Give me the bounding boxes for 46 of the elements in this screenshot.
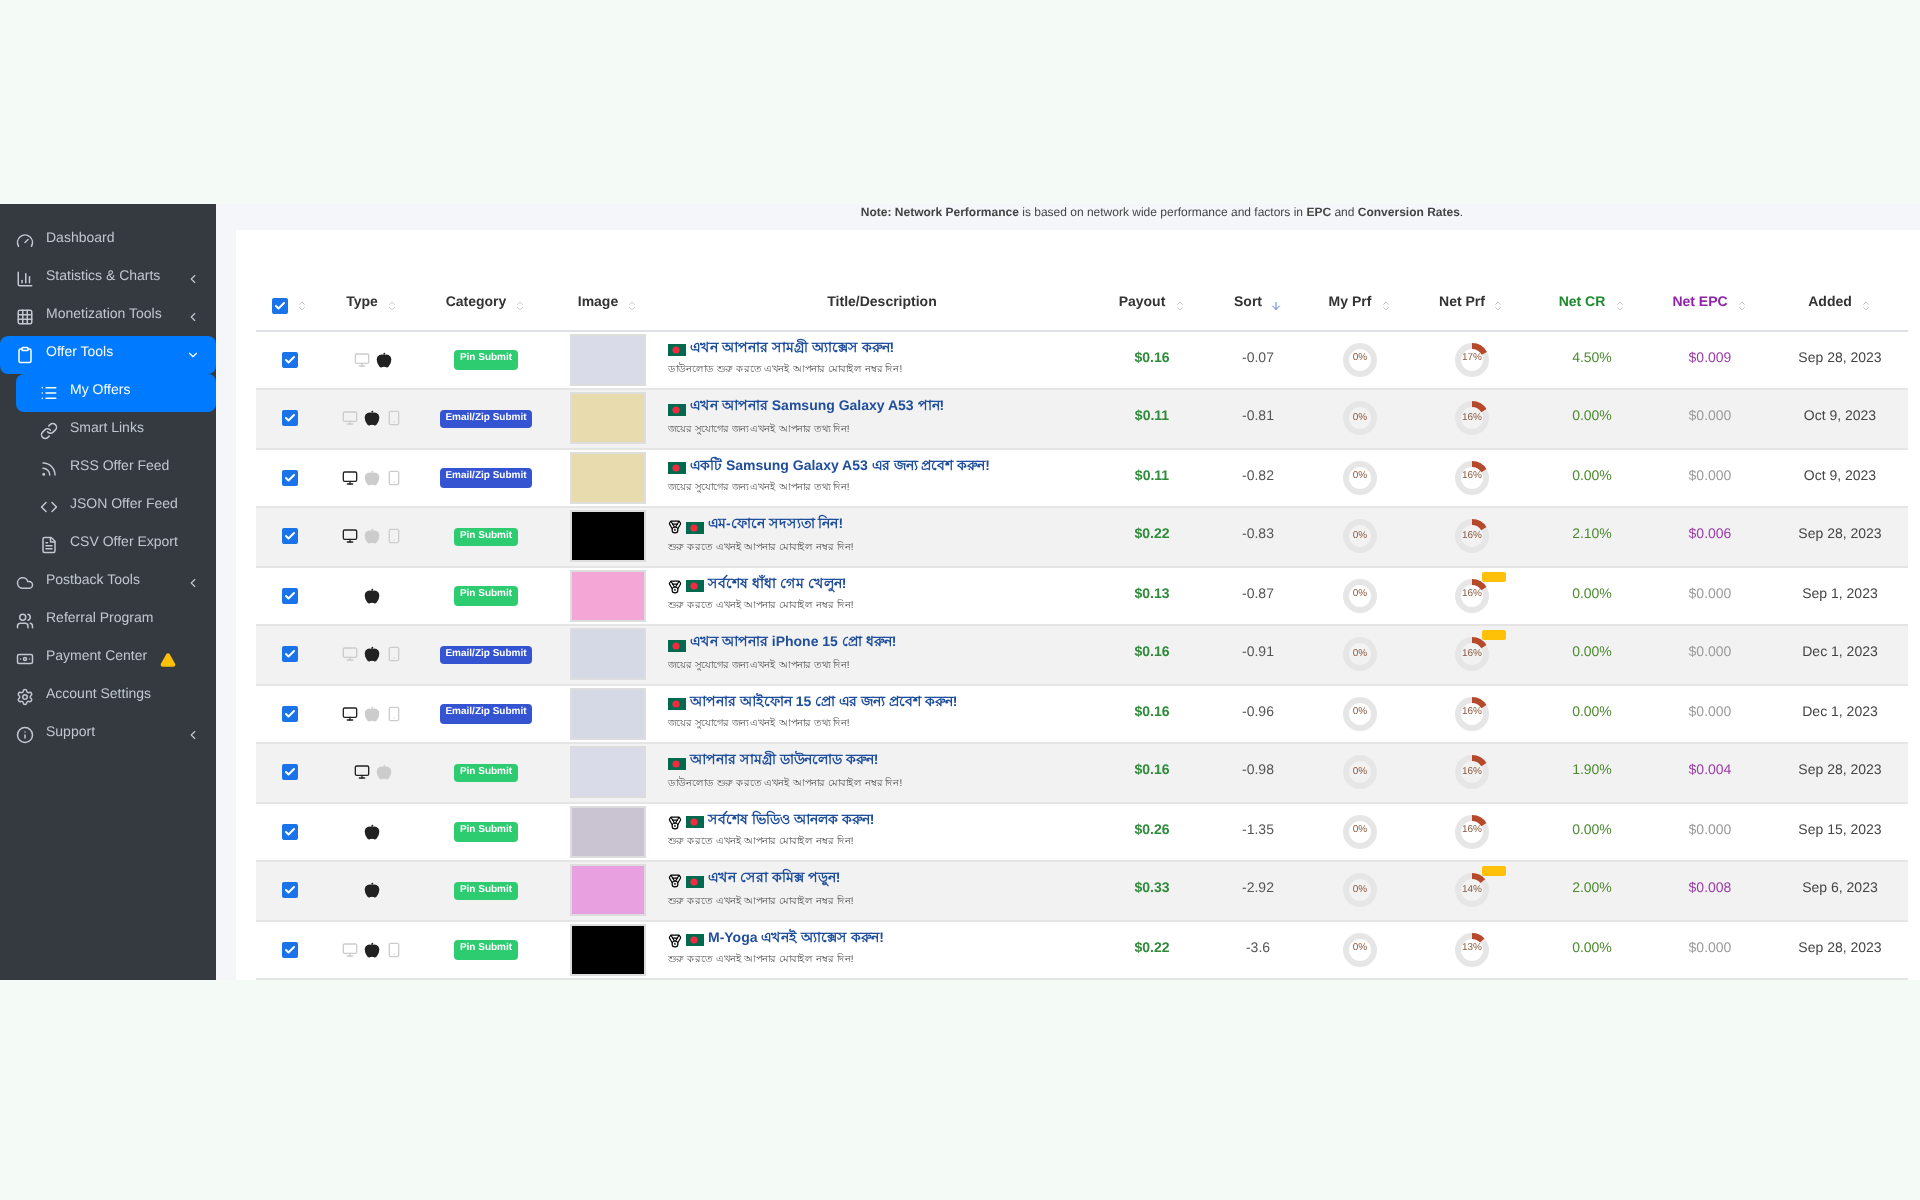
checkbox[interactable] [282, 351, 298, 368]
flag-icon [668, 403, 686, 415]
flag-icon [668, 698, 686, 710]
file-icon [40, 536, 58, 554]
flag-icon [668, 462, 686, 474]
users-icon [16, 612, 34, 630]
flag-icon [686, 816, 704, 828]
donut-chart [1340, 929, 1380, 970]
list-icon [40, 384, 58, 402]
donut-chart [1340, 339, 1380, 380]
flag-icon [686, 875, 704, 887]
donut-chart [1340, 457, 1380, 498]
checkbox[interactable] [282, 823, 298, 840]
banknote-icon [16, 650, 34, 668]
checkbox[interactable] [272, 297, 288, 313]
flag-icon [686, 521, 704, 533]
flag-icon [686, 934, 704, 946]
checkbox[interactable] [282, 882, 298, 899]
flag-icon [686, 580, 704, 592]
code-icon [40, 498, 58, 516]
checkbox[interactable] [282, 764, 298, 781]
grid-icon [16, 308, 34, 326]
checkbox[interactable] [282, 469, 298, 486]
settings-icon [16, 688, 34, 706]
flag-icon [668, 757, 686, 769]
donut-chart [1452, 634, 1492, 675]
checkbox[interactable] [282, 587, 298, 604]
sort-arrow-icon[interactable] [1270, 299, 1282, 311]
clipboard-icon [16, 346, 34, 364]
bar-chart-icon [16, 270, 34, 288]
info-icon [16, 726, 34, 744]
donut-chart [1340, 575, 1380, 616]
donut-chart [1452, 870, 1492, 911]
gauge-icon [16, 232, 34, 250]
donut-chart [1340, 811, 1380, 852]
flag-icon [668, 639, 686, 651]
checkbox[interactable] [282, 941, 298, 958]
checkbox[interactable] [282, 410, 298, 427]
rss-icon [40, 460, 58, 478]
flag-icon [668, 344, 686, 356]
link-icon [40, 422, 58, 440]
checkbox[interactable] [282, 705, 298, 722]
checkbox[interactable] [282, 646, 298, 663]
donut-chart [1340, 693, 1380, 734]
checkbox[interactable] [282, 528, 298, 545]
cloud-icon [16, 574, 34, 592]
